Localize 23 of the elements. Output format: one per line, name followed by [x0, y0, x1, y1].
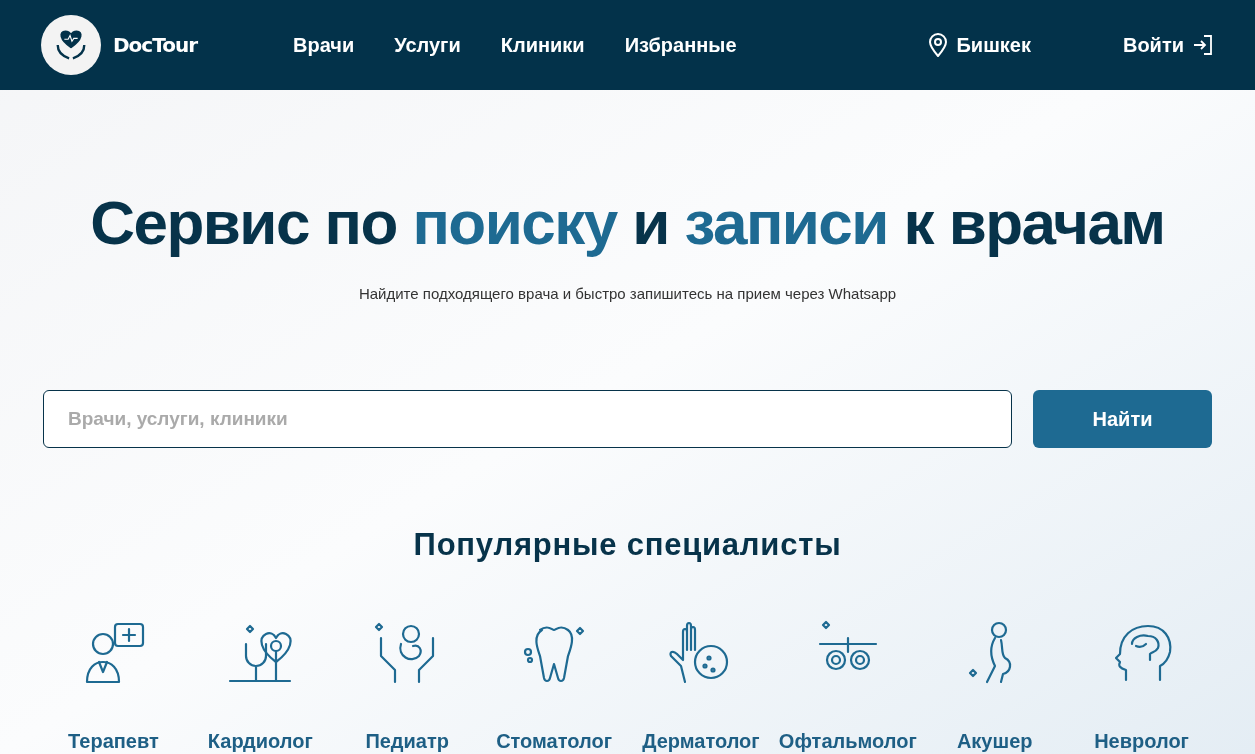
logo-icon[interactable]	[41, 15, 101, 75]
login-button[interactable]: Войти	[1122, 30, 1214, 60]
logo-text[interactable]: DocTour	[113, 30, 198, 60]
specialty-link[interactable]: Кардиолог	[207, 726, 313, 754]
nav-link[interactable]: Клиники	[500, 30, 585, 60]
nav-link[interactable]: Услуги	[394, 30, 461, 60]
search-button[interactable]: Найти	[1033, 389, 1212, 448]
login-icon	[1192, 34, 1214, 56]
specialty-link[interactable]: Стоматолог	[496, 726, 612, 754]
specialty-link[interactable]: Дерматолог	[642, 726, 760, 754]
specialty-link[interactable]: Терапевт	[68, 726, 159, 754]
section-heading: Популярные специалисты	[413, 525, 842, 564]
specialty-link[interactable]: Офтальмолог	[778, 726, 917, 754]
hero-title: Сервис по поиску и записи к врачам	[90, 187, 1165, 259]
search-field[interactable]: Врачи, услуги, клиники	[43, 389, 1012, 448]
specialty-link[interactable]: Педиатр	[365, 726, 449, 754]
hero-subtitle: Найдите подходящего врача и быстро запишитесь на прием через Whatsapp	[358, 284, 897, 304]
nav-link[interactable]: Избранные	[624, 30, 737, 60]
location-pin-icon	[928, 33, 949, 57]
nav-link[interactable]: Врачи	[293, 30, 355, 60]
city-selector[interactable]: Бишкек	[956, 30, 1031, 60]
specialty-link[interactable]: Невролог	[1094, 726, 1189, 754]
specialty-link[interactable]: Акушер	[956, 726, 1033, 754]
